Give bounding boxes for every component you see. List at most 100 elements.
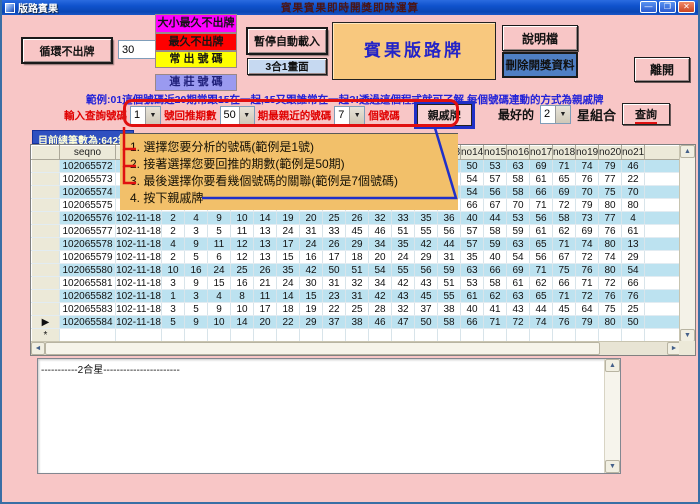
consecutive-numbers-button[interactable]: 連 莊 號 碼 bbox=[155, 74, 237, 91]
maximize-button[interactable]: ❐ bbox=[659, 1, 676, 13]
cell: 55 bbox=[415, 225, 438, 238]
table-row[interactable]: 102065583102-11-183591017181922252832373… bbox=[32, 303, 681, 316]
column-header: no17 bbox=[530, 146, 553, 160]
relative-cards-button[interactable]: 親戚牌 bbox=[417, 104, 472, 126]
cell: 24 bbox=[277, 277, 300, 290]
search-button[interactable]: 查詢 bbox=[622, 103, 670, 125]
chevron-down-icon[interactable]: ▼ bbox=[349, 107, 364, 124]
cell: 80 bbox=[622, 199, 645, 212]
cell: 75 bbox=[599, 186, 622, 199]
cell: 25 bbox=[622, 303, 645, 316]
table-row[interactable]: 102065582102-11-181348111415233142434555… bbox=[32, 290, 681, 303]
exit-button[interactable]: 離開 bbox=[634, 57, 690, 82]
cell: 29 bbox=[346, 238, 369, 251]
output-vertical-scrollbar[interactable]: ▲ ▼ bbox=[604, 359, 620, 473]
cell: 35 bbox=[415, 212, 438, 225]
cell: 5 bbox=[162, 316, 185, 329]
cell: 69 bbox=[507, 264, 530, 277]
cell: 74 bbox=[576, 238, 599, 251]
table-row[interactable]: ▶102065584102-11-18591014202229373846475… bbox=[32, 316, 681, 329]
vertical-scrollbar[interactable]: ▲ ▼ bbox=[679, 145, 695, 342]
cell: 79 bbox=[599, 160, 622, 173]
cell: 37 bbox=[415, 303, 438, 316]
cell bbox=[254, 329, 277, 342]
periods-select[interactable]: 50 ▼ bbox=[220, 106, 255, 125]
cell: 45 bbox=[346, 225, 369, 238]
column-header: no21 bbox=[622, 146, 645, 160]
pause-autoload-button[interactable]: 暫停自動載入 bbox=[247, 28, 327, 54]
output-text: -----------2合星----------------------- bbox=[41, 361, 180, 376]
delete-draw-data-button[interactable]: 刪除開獎資料 bbox=[502, 52, 578, 78]
cell: 17 bbox=[254, 303, 277, 316]
new-record-row[interactable]: * bbox=[32, 329, 681, 342]
table-row[interactable]: 102065577102-11-182351113243133454651555… bbox=[32, 225, 681, 238]
cell: 2 bbox=[162, 251, 185, 264]
cell: 50 bbox=[622, 316, 645, 329]
scroll-up-icon[interactable]: ▲ bbox=[680, 145, 695, 158]
scroll-left-icon[interactable]: ◄ bbox=[31, 342, 45, 355]
cell: 102065579 bbox=[60, 251, 116, 264]
help-file-button[interactable]: 說明檔 bbox=[502, 25, 578, 51]
cell bbox=[346, 329, 369, 342]
table-row[interactable]: 102065578102-11-184911121317242629343542… bbox=[32, 238, 681, 251]
column-header bbox=[32, 146, 60, 160]
cell: 24 bbox=[208, 264, 231, 277]
query-number-select[interactable]: 1 ▼ bbox=[130, 106, 161, 125]
callout-line: 4. 按下親戚牌 bbox=[130, 190, 458, 207]
table-row[interactable]: 102065579102-11-182561213151617182024293… bbox=[32, 251, 681, 264]
cell: 44 bbox=[438, 238, 461, 251]
cell: 70 bbox=[576, 186, 599, 199]
cell: 11 bbox=[208, 238, 231, 251]
cell: 76 bbox=[553, 316, 576, 329]
horizontal-scroll-thumb[interactable] bbox=[45, 342, 600, 355]
cell: 80 bbox=[599, 316, 622, 329]
callout-line: 2. 接著選擇您要回推的期數(範例是50期) bbox=[130, 156, 458, 173]
chevron-down-icon[interactable]: ▼ bbox=[555, 106, 570, 123]
cell: 63 bbox=[507, 160, 530, 173]
cell bbox=[32, 251, 60, 264]
table-row[interactable]: 102065576102-11-182491014192025263233353… bbox=[32, 212, 681, 225]
cell: 22 bbox=[323, 303, 346, 316]
horizontal-scrollbar[interactable]: ◄ ► bbox=[31, 341, 681, 355]
cycle-not-drawn-button[interactable]: 循環不出牌 bbox=[22, 38, 112, 63]
frequent-numbers-button[interactable]: 常 出 號 碼 bbox=[155, 51, 237, 68]
cell: 13 bbox=[254, 251, 277, 264]
cell: 9 bbox=[185, 277, 208, 290]
cell: 79 bbox=[576, 199, 599, 212]
three-in-one-button[interactable]: 3合1畫面 bbox=[247, 58, 327, 75]
scroll-up-icon[interactable]: ▲ bbox=[605, 359, 620, 372]
count-select[interactable]: 7 ▼ bbox=[334, 106, 365, 125]
cell: 102065573 bbox=[60, 173, 116, 186]
cell: 71 bbox=[576, 277, 599, 290]
best-count-select[interactable]: 2 ▼ bbox=[540, 105, 571, 124]
cell bbox=[300, 329, 323, 342]
bigsmall-longest-missing-button[interactable]: 大小最久不出牌 bbox=[155, 14, 237, 33]
bingo-board-button[interactable]: 賓果版路牌 bbox=[332, 22, 496, 80]
chevron-down-icon[interactable]: ▼ bbox=[145, 107, 160, 124]
cell: 42 bbox=[369, 290, 392, 303]
scroll-down-icon[interactable]: ▼ bbox=[605, 460, 620, 473]
close-button[interactable]: ✕ bbox=[678, 1, 695, 13]
cell: 66 bbox=[530, 186, 553, 199]
chevron-down-icon[interactable]: ▼ bbox=[239, 107, 254, 124]
cell bbox=[208, 329, 231, 342]
output-textbox[interactable]: -----------2合星----------------------- ▲ … bbox=[37, 358, 621, 474]
cell: 75 bbox=[553, 264, 576, 277]
cell: 3 bbox=[162, 303, 185, 316]
cell: 63 bbox=[507, 290, 530, 303]
cell: 16 bbox=[185, 264, 208, 277]
cell: 61 bbox=[461, 290, 484, 303]
cell bbox=[32, 160, 60, 173]
table-row[interactable]: 102065580102-11-181016242526354250515455… bbox=[32, 264, 681, 277]
cell: 43 bbox=[392, 290, 415, 303]
window-caption: 賓果賓果即時開獎即時運算 bbox=[2, 0, 698, 15]
cell: 42 bbox=[415, 238, 438, 251]
minimize-button[interactable]: — bbox=[640, 1, 657, 13]
cell: 70 bbox=[507, 199, 530, 212]
cell bbox=[32, 199, 60, 212]
longest-missing-button[interactable]: 最久不出牌 bbox=[155, 33, 237, 51]
cell: 56 bbox=[530, 251, 553, 264]
count-suffix-label: 個號碼 bbox=[368, 108, 400, 123]
table-row[interactable]: 102065581102-11-183915162124303132344243… bbox=[32, 277, 681, 290]
cell: 47 bbox=[392, 316, 415, 329]
